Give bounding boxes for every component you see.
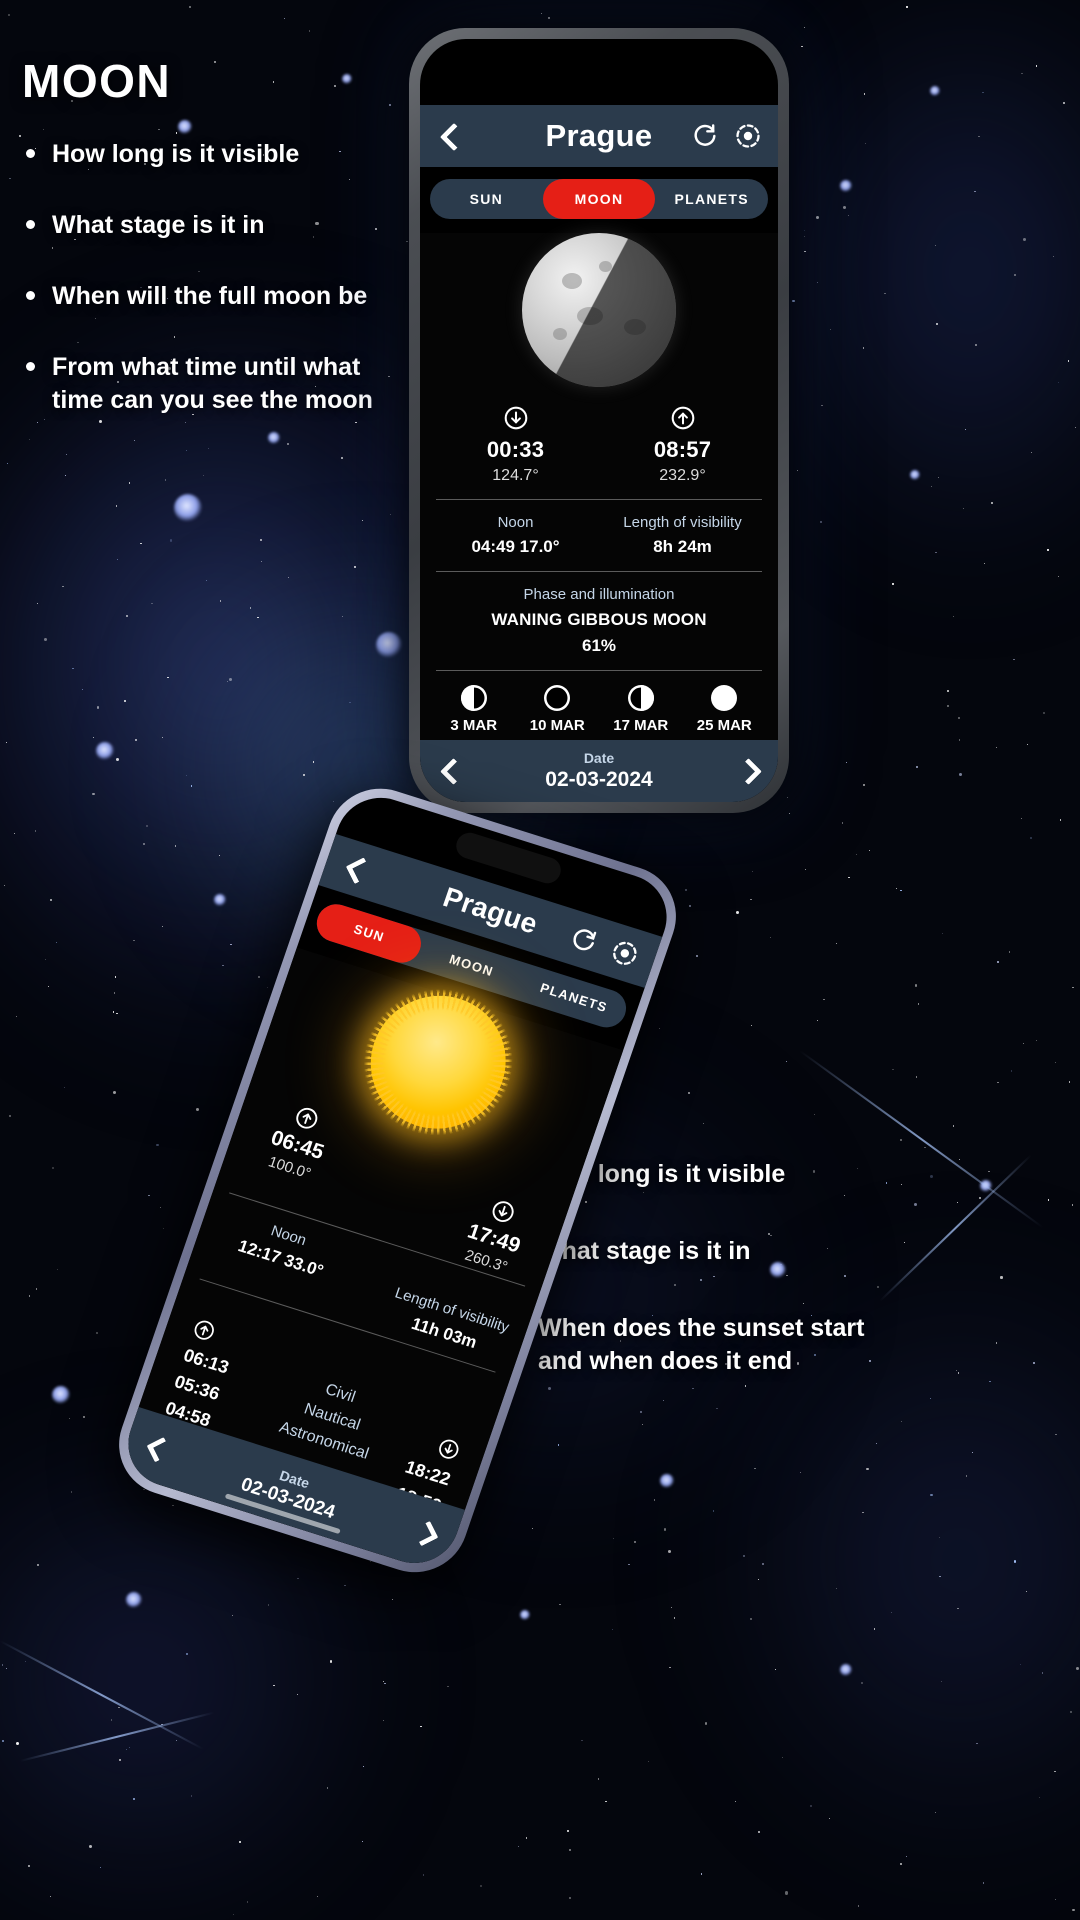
arrow-up-circle-icon xyxy=(599,405,766,431)
phone-screen-moon: Prague SUN MOON PLANETS 00:33 124.7° 08:… xyxy=(420,39,778,802)
phase-label: Phase and illumination xyxy=(523,586,675,603)
location-icon[interactable] xyxy=(734,122,762,150)
noon-label: Noon xyxy=(497,514,534,531)
phase-date: 25 MAR xyxy=(696,717,752,734)
divider xyxy=(436,571,762,572)
moonrise-azimuth: 232.9° xyxy=(659,467,706,484)
phase-date: 3 MAR xyxy=(450,717,498,734)
last-quarter-moon-icon xyxy=(460,685,487,711)
moonset-block: 00:33 124.7° xyxy=(432,405,599,485)
location-icon[interactable] xyxy=(607,936,643,971)
visibility-label: Length of visibility xyxy=(623,514,742,531)
phase-illumination: 61% xyxy=(581,636,617,655)
phase-calendar-item[interactable]: 17 MAR xyxy=(599,685,683,734)
phase-date: 17 MAR xyxy=(613,717,669,734)
sunset-block: 17:49 260.3° xyxy=(458,1192,533,1277)
list-item: What stage is it in xyxy=(22,209,414,242)
moon-copy-block: MOON How long is it visible What stage i… xyxy=(22,58,414,455)
moonrise-moonset-row: 00:33 124.7° 08:57 232.9° xyxy=(432,405,766,485)
list-item: When will the full moon be xyxy=(22,280,414,313)
moon-heading: MOON xyxy=(22,55,172,107)
new-moon-icon xyxy=(544,685,571,711)
noon-block: Noon 04:49 17.0° xyxy=(432,514,599,557)
first-quarter-moon-icon xyxy=(627,685,654,711)
app-bar-actions xyxy=(691,122,762,150)
moonset-time: 00:33 xyxy=(486,437,545,462)
chevron-left-icon[interactable] xyxy=(338,852,371,884)
visibility-block: Length of visibility 11h 03m xyxy=(384,1284,511,1360)
refresh-icon[interactable] xyxy=(566,923,602,958)
phase-calendar: 3 MAR 10 MAR 17 MAR 25 MAR xyxy=(432,685,766,734)
app-bar: Prague xyxy=(420,105,778,167)
tab-sun[interactable]: SUN xyxy=(430,179,543,219)
sun-illustration xyxy=(352,978,524,1146)
notch xyxy=(515,39,683,69)
golden-hour-evening-label: Evening xyxy=(312,1561,415,1574)
light-streak xyxy=(19,1711,215,1762)
golden-hour-evening: Evening 17:05 - 17:49 xyxy=(305,1561,416,1574)
nebula-glow xyxy=(760,20,1080,580)
noon-visibility-row: Noon 04:49 17.0° Length of visibility 8h… xyxy=(432,514,766,557)
tab-bar: SUN MOON PLANETS xyxy=(430,179,768,219)
full-moon-icon xyxy=(711,685,738,711)
divider xyxy=(436,670,762,671)
phase-calendar-item[interactable]: 3 MAR xyxy=(432,685,516,734)
phase-block: Phase and illumination WANING GIBBOUS MO… xyxy=(432,586,766,656)
phase-date: 10 MAR xyxy=(529,717,585,734)
chevron-right-icon[interactable] xyxy=(736,759,760,783)
tab-moon[interactable]: MOON xyxy=(542,179,656,219)
phase-name: WANING GIBBOUS MOON xyxy=(491,610,707,629)
phase-calendar-item[interactable]: 10 MAR xyxy=(516,685,600,734)
moonrise-time: 08:57 xyxy=(653,437,712,462)
phone-mockup-moon: Prague SUN MOON PLANETS 00:33 124.7° 08:… xyxy=(409,28,789,813)
moon-illustration xyxy=(522,233,676,387)
phase-calendar-item[interactable]: 25 MAR xyxy=(683,685,767,734)
app-bar-actions xyxy=(566,923,643,971)
refresh-icon[interactable] xyxy=(691,122,719,150)
date-label: Date xyxy=(583,750,615,766)
visibility-block: Length of visibility 8h 24m xyxy=(599,514,766,557)
arrow-down-circle-icon xyxy=(432,405,599,431)
noon-block: Noon 12:17 33.0° xyxy=(235,1214,333,1281)
date-display: Date 02-03-2024 xyxy=(462,750,736,792)
list-item: From what time until what time can you s… xyxy=(22,351,414,417)
moonset-azimuth: 124.7° xyxy=(492,467,539,484)
chevron-left-icon[interactable] xyxy=(436,123,462,149)
date-value: 02-03-2024 xyxy=(545,768,653,791)
sunrise-block: 06:45 100.0° xyxy=(261,1099,336,1184)
moon-bullet-list: How long is it visible What stage is it … xyxy=(22,138,414,417)
visibility-value: 8h 24m xyxy=(653,537,712,556)
light-streak xyxy=(0,1640,204,1750)
divider xyxy=(436,499,762,500)
tab-planets[interactable]: PLANETS xyxy=(655,179,768,219)
list-item: How long is it visible xyxy=(22,138,414,171)
content-area: 00:33 124.7° 08:57 232.9° Noon 04:49 17.… xyxy=(420,233,778,802)
moonrise-block: 08:57 232.9° xyxy=(599,405,766,485)
noon-value: 04:49 17.0° xyxy=(471,537,560,556)
